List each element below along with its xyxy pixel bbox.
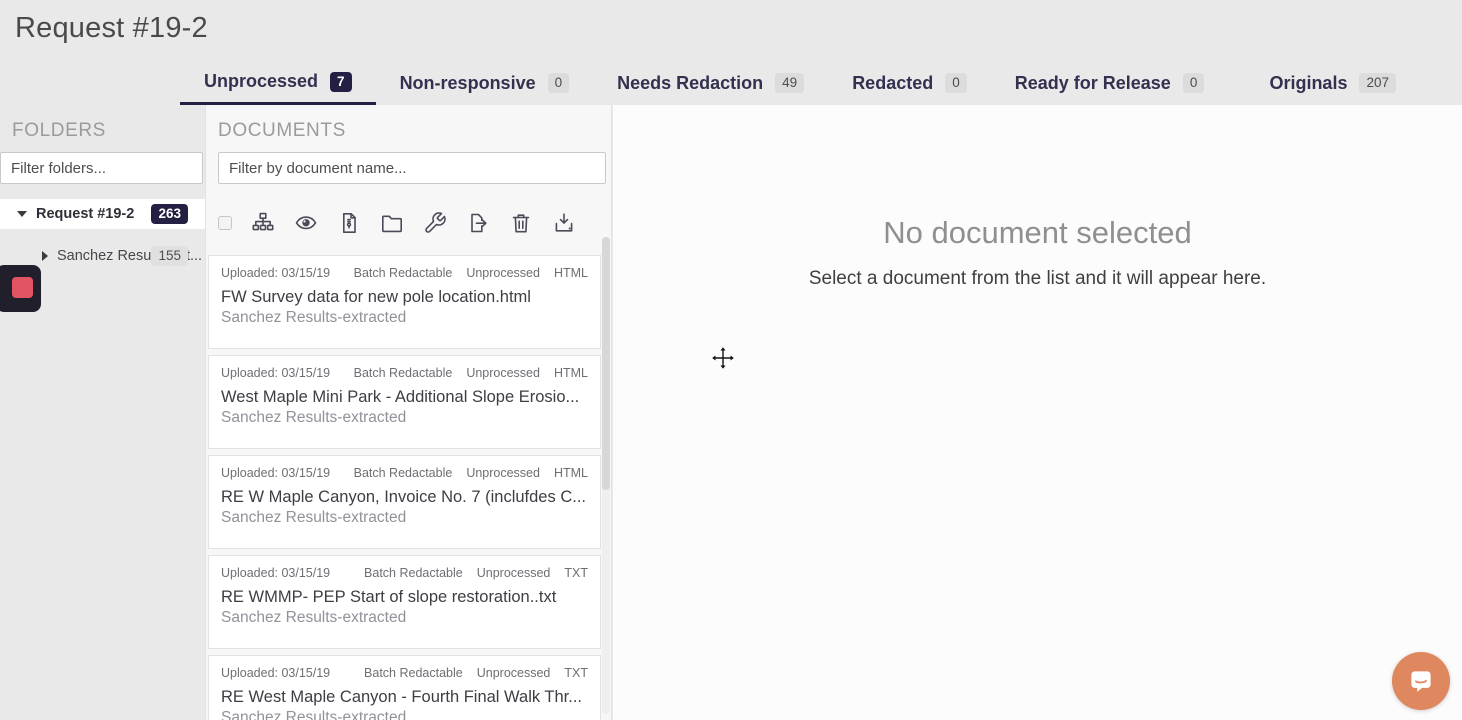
document-card[interactable]: Uploaded: 03/15/19 Batch Redactable Unpr… bbox=[208, 355, 601, 449]
tab-needs-redaction[interactable]: Needs Redaction 49 bbox=[593, 61, 828, 105]
wrench-icon[interactable] bbox=[423, 211, 447, 235]
folder-icon[interactable] bbox=[380, 211, 404, 235]
document-filter-input[interactable] bbox=[218, 152, 606, 184]
folder-label: Request #19-2 bbox=[36, 206, 134, 222]
document-uploaded: Uploaded: 03/15/19 bbox=[221, 666, 330, 680]
eye-icon[interactable] bbox=[294, 211, 318, 235]
document-filetype: HTML bbox=[554, 366, 588, 380]
tab-count-badge: 7 bbox=[330, 72, 352, 92]
caret-right-icon bbox=[42, 251, 48, 261]
documents-toolbar bbox=[218, 201, 599, 245]
tab-label: Needs Redaction bbox=[617, 73, 763, 94]
document-card[interactable]: Uploaded: 03/15/19 Batch Redactable Unpr… bbox=[208, 255, 601, 349]
document-uploaded: Uploaded: 03/15/19 bbox=[221, 466, 330, 480]
tab-count-badge: 0 bbox=[945, 73, 967, 93]
document-folder: Sanchez Results-extracted bbox=[221, 409, 588, 427]
document-tag: Batch Redactable bbox=[364, 566, 463, 580]
caret-down-icon bbox=[17, 211, 27, 217]
folder-count-badge: 155 bbox=[151, 246, 188, 266]
document-folder: Sanchez Results-extracted bbox=[221, 309, 588, 327]
move-cursor-icon bbox=[710, 345, 736, 371]
tab-count-badge: 207 bbox=[1359, 73, 1396, 93]
tab-ready-for-release[interactable]: Ready for Release 0 bbox=[991, 61, 1229, 105]
download-icon[interactable] bbox=[552, 211, 576, 235]
tab-label: Non-responsive bbox=[400, 73, 536, 94]
document-tag: Batch Redactable bbox=[364, 666, 463, 680]
document-card[interactable]: Uploaded: 03/15/19 Batch Redactable Unpr… bbox=[208, 655, 601, 720]
scrollbar-thumb[interactable] bbox=[602, 237, 610, 490]
trash-icon[interactable] bbox=[509, 211, 533, 235]
document-folder: Sanchez Results-extracted bbox=[221, 609, 588, 627]
document-tag: Batch Redactable bbox=[354, 266, 453, 280]
document-title: FW Survey data for new pole location.htm… bbox=[221, 288, 588, 307]
document-tag: Batch Redactable bbox=[354, 466, 453, 480]
zip-file-icon[interactable] bbox=[337, 211, 361, 235]
empty-state-title: No document selected bbox=[613, 215, 1462, 251]
document-filetype: TXT bbox=[564, 566, 588, 580]
tab-originals[interactable]: Originals 207 bbox=[1245, 61, 1420, 105]
page-title: Request #19-2 bbox=[15, 12, 208, 45]
tab-label: Originals bbox=[1269, 73, 1347, 94]
tab-label: Ready for Release bbox=[1015, 73, 1171, 94]
document-tag: Unprocessed bbox=[477, 566, 551, 580]
tab-count-badge: 0 bbox=[548, 73, 570, 93]
document-title: RE WMMP- PEP Start of slope restoration.… bbox=[221, 588, 588, 607]
documents-panel: DOCUMENTS Uploaded: 03/1 bbox=[205, 105, 612, 720]
document-title: RE West Maple Canyon - Fourth Final Walk… bbox=[221, 688, 588, 707]
document-folder: Sanchez Results-extracted bbox=[221, 709, 588, 720]
document-title: RE W Maple Canyon, Invoice No. 7 (incluf… bbox=[221, 488, 588, 507]
document-folder: Sanchez Results-extracted bbox=[221, 509, 588, 527]
folder-filter-input[interactable] bbox=[0, 152, 203, 184]
folder-tree-root[interactable]: Request #19-2 263 bbox=[0, 199, 205, 229]
tab-non-responsive[interactable]: Non-responsive 0 bbox=[376, 61, 594, 105]
document-filetype: HTML bbox=[554, 466, 588, 480]
tab-count-badge: 49 bbox=[775, 73, 804, 93]
empty-state-subtitle: Select a document from the list and it w… bbox=[613, 268, 1462, 290]
tab-label: Unprocessed bbox=[204, 71, 318, 92]
document-list: Uploaded: 03/15/19 Batch Redactable Unpr… bbox=[208, 255, 601, 720]
tab-label: Redacted bbox=[852, 73, 933, 94]
chat-launcher-button[interactable] bbox=[1392, 652, 1450, 710]
document-filetype: HTML bbox=[554, 266, 588, 280]
tab-redacted[interactable]: Redacted 0 bbox=[828, 61, 991, 105]
status-tabbar: Unprocessed 7 Non-responsive 0 Needs Red… bbox=[180, 61, 1462, 105]
sitemap-icon[interactable] bbox=[251, 211, 275, 235]
red-color-swatch[interactable] bbox=[0, 265, 41, 312]
documents-heading: DOCUMENTS bbox=[218, 120, 346, 142]
select-all-checkbox[interactable] bbox=[218, 216, 232, 230]
document-filetype: TXT bbox=[564, 666, 588, 680]
document-tag: Unprocessed bbox=[466, 266, 540, 280]
document-card[interactable]: Uploaded: 03/15/19 Batch Redactable Unpr… bbox=[208, 455, 601, 549]
file-export-icon[interactable] bbox=[466, 211, 490, 235]
document-viewer: No document selected Select a document f… bbox=[613, 105, 1462, 720]
chat-bubble-icon bbox=[1405, 665, 1437, 697]
tab-count-badge: 0 bbox=[1183, 73, 1205, 93]
folders-heading: FOLDERS bbox=[12, 120, 106, 142]
document-uploaded: Uploaded: 03/15/19 bbox=[221, 566, 330, 580]
document-uploaded: Uploaded: 03/15/19 bbox=[221, 266, 330, 280]
red-swatch-icon bbox=[12, 277, 33, 298]
document-card[interactable]: Uploaded: 03/15/19 Batch Redactable Unpr… bbox=[208, 555, 601, 649]
document-tag: Unprocessed bbox=[477, 666, 551, 680]
document-tag: Unprocessed bbox=[466, 366, 540, 380]
tab-unprocessed[interactable]: Unprocessed 7 bbox=[180, 61, 376, 105]
folders-sidebar: FOLDERS Request #19-2 263 Sanchez Result… bbox=[0, 105, 205, 720]
folder-count-badge: 263 bbox=[151, 204, 188, 224]
document-tag: Unprocessed bbox=[466, 466, 540, 480]
document-title: West Maple Mini Park - Additional Slope … bbox=[221, 388, 588, 407]
document-tag: Batch Redactable bbox=[354, 366, 453, 380]
document-uploaded: Uploaded: 03/15/19 bbox=[221, 366, 330, 380]
scrollbar-track bbox=[602, 237, 610, 714]
